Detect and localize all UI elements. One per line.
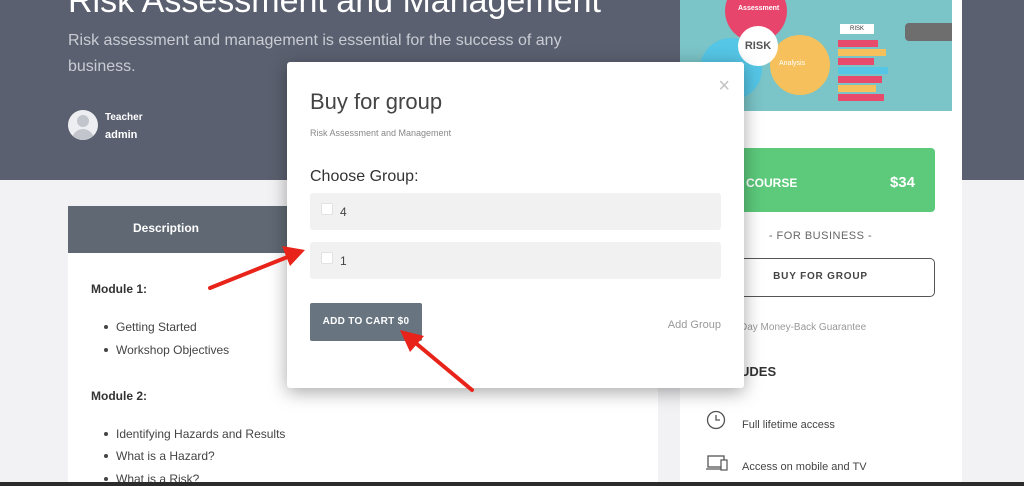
group-option[interactable]: 1 xyxy=(310,242,721,279)
modal-subtitle: Risk Assessment and Management xyxy=(310,128,452,138)
modal-title: Buy for group xyxy=(310,89,443,114)
group-option-label: 1 xyxy=(340,254,347,268)
add-group-link[interactable]: Add Group xyxy=(668,319,721,331)
group-checkbox[interactable] xyxy=(321,203,333,215)
taskbar-edge xyxy=(0,482,1024,486)
group-option[interactable]: 4 xyxy=(310,193,721,230)
group-option-label: 4 xyxy=(340,205,347,219)
buy-for-group-modal: × Buy for group Risk Assessment and Mana… xyxy=(287,62,744,388)
add-to-cart-button[interactable]: ADD TO CART $0 xyxy=(310,303,422,341)
group-checkbox[interactable] xyxy=(321,252,333,264)
close-icon[interactable]: × xyxy=(718,76,730,96)
choose-group-label: Choose Group: xyxy=(310,168,419,185)
